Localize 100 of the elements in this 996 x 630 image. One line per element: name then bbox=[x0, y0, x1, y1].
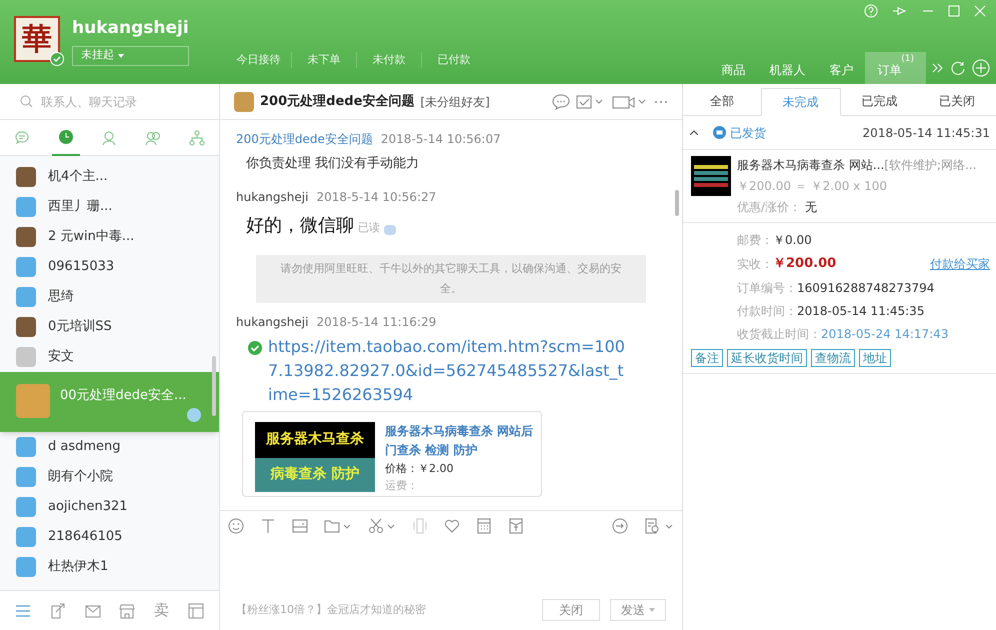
more-tabs-icon[interactable] bbox=[932, 62, 944, 74]
contact-avatar bbox=[16, 257, 36, 277]
contact-item[interactable]: 思绮 bbox=[0, 282, 219, 312]
order-tab[interactable]: 全部 bbox=[683, 87, 761, 115]
scrollbar[interactable] bbox=[675, 190, 679, 216]
search-icon bbox=[20, 95, 33, 108]
contact-item[interactable]: d asdmeng bbox=[0, 432, 219, 462]
help-icon[interactable] bbox=[864, 4, 878, 18]
contact-item[interactable]: 西里丿珊... bbox=[0, 192, 219, 222]
envelope-icon bbox=[713, 126, 726, 139]
order-status: 已发货 bbox=[730, 124, 766, 142]
field-label: 优惠/涨价： bbox=[737, 199, 802, 216]
search-box[interactable]: 联系人、聊天记录 bbox=[0, 84, 219, 120]
product-title[interactable]: 服务器木马病毒查杀 网站后门查杀 检测 防护 bbox=[385, 422, 541, 460]
close-button[interactable]: 关闭 bbox=[542, 599, 600, 621]
org-chart-icon bbox=[189, 130, 206, 146]
caret-icon bbox=[118, 54, 124, 58]
pin-icon[interactable] bbox=[892, 5, 908, 17]
status-dropdown[interactable]: 未挂起 bbox=[72, 46, 189, 66]
video-call-icon[interactable] bbox=[612, 94, 648, 110]
refresh-icon[interactable] bbox=[950, 60, 966, 76]
contact-item[interactable]: 09615033 bbox=[0, 252, 219, 282]
online-check-icon bbox=[50, 52, 64, 66]
order-action-button[interactable]: 备注 bbox=[691, 348, 723, 366]
header-tab[interactable]: 商品 bbox=[709, 52, 758, 84]
font-icon[interactable] bbox=[260, 518, 276, 534]
menu-icon[interactable] bbox=[15, 604, 32, 618]
username: hukangsheji bbox=[72, 17, 189, 40]
mail-icon[interactable] bbox=[84, 602, 101, 618]
heart-icon[interactable] bbox=[444, 518, 460, 534]
transfer-icon[interactable] bbox=[612, 518, 628, 534]
contact-name: 杜热伊木1 bbox=[48, 558, 108, 576]
chat-tab-icon bbox=[14, 130, 30, 146]
order-action-button[interactable]: 查物流 bbox=[811, 348, 855, 366]
contact-item[interactable]: 安文 bbox=[0, 342, 219, 372]
product-card[interactable]: 服务器木马查杀 病毒查杀 防护 服务器木马病毒查杀 网站后门查杀 检测 防护 价格：￥2.00 运费： bbox=[242, 410, 542, 496]
emoji-icon[interactable] bbox=[228, 518, 244, 534]
contact-item[interactable]: aojichen321 bbox=[0, 492, 219, 522]
maximize-icon[interactable] bbox=[948, 5, 960, 17]
stat-label[interactable]: 已付款 bbox=[438, 52, 470, 68]
field-value: 无 bbox=[805, 199, 818, 216]
promo-link[interactable]: 【粉丝涨10倍？】金冠店才知道的秘密 bbox=[236, 602, 426, 618]
add-icon[interactable] bbox=[972, 59, 990, 77]
image-caption: 病毒查杀 防护 bbox=[255, 458, 375, 492]
coupon-icon[interactable] bbox=[508, 518, 524, 534]
order-time: 2018-05-14 11:45:31 bbox=[862, 124, 990, 142]
contact-name: 0元培训SS bbox=[48, 318, 112, 336]
field-label: 订单编号： bbox=[737, 280, 797, 296]
contact-item[interactable]: 朗有个小院 bbox=[0, 462, 219, 492]
contact-item[interactable]: 218646105 bbox=[0, 522, 219, 552]
contact-avatar bbox=[16, 497, 36, 517]
send-button[interactable]: 发送 bbox=[610, 599, 666, 621]
sell-button[interactable]: 卖 bbox=[154, 599, 169, 622]
vibrate-icon[interactable] bbox=[412, 518, 428, 534]
contact-avatar bbox=[16, 317, 36, 337]
order-tab[interactable]: 已完成 bbox=[840, 87, 918, 115]
field-label: 实收： bbox=[737, 256, 773, 273]
search-field[interactable]: 联系人、聊天记录 bbox=[41, 92, 191, 110]
shop-icon[interactable] bbox=[119, 602, 136, 618]
contact-item[interactable]: 机4个主... bbox=[0, 162, 219, 192]
more-icon[interactable] bbox=[654, 100, 668, 104]
product-title[interactable]: 服务器木马病毒查杀 网站... bbox=[737, 156, 884, 174]
contact-avatar bbox=[16, 557, 36, 577]
header-tab[interactable]: 客户 bbox=[817, 52, 866, 84]
product-category: [软件维护;网络... bbox=[884, 157, 976, 174]
contact-item[interactable]: 杜热伊木1 bbox=[0, 552, 219, 582]
close-icon[interactable] bbox=[974, 5, 986, 17]
caret-icon bbox=[649, 608, 655, 612]
folder-dropdown-icon[interactable] bbox=[324, 518, 352, 534]
collapse-toggle-icon[interactable] bbox=[689, 130, 699, 135]
item-link[interactable]: https://item.taobao.com/item.htm?scm=1007.13982.82927.0&id=562745485527&last_time=1526263594 bbox=[268, 334, 628, 406]
pay-buyer-link[interactable]: 付款给买家 bbox=[930, 254, 990, 273]
stat-label[interactable]: 未付款 bbox=[372, 52, 406, 68]
header-tab[interactable]: 机器人 bbox=[757, 52, 818, 84]
chat-bubble-icon[interactable] bbox=[552, 94, 570, 110]
message-time: 2018-5-14 11:16:29 bbox=[316, 314, 436, 330]
order-tab[interactable]: 未完成 bbox=[760, 88, 840, 116]
contact-item[interactable]: 0元培训SS bbox=[0, 312, 219, 342]
sender-name: hukangsheji bbox=[236, 314, 308, 330]
order-tab[interactable]: 已关闭 bbox=[918, 87, 996, 115]
contact-name: 218646105 bbox=[48, 528, 122, 546]
order-action-button[interactable]: 地址 bbox=[859, 348, 891, 366]
layout-icon[interactable] bbox=[188, 602, 204, 618]
contact-item[interactable]: 2 元win中毒... bbox=[0, 222, 219, 252]
field-value: 2018-05-14 11:45:35 bbox=[797, 302, 924, 320]
stat-label[interactable]: 今日接待 bbox=[236, 52, 280, 68]
user-avatar[interactable]: 華 bbox=[14, 16, 60, 62]
product-price: 价格：￥2.00 bbox=[385, 460, 454, 476]
image-icon[interactable] bbox=[292, 518, 308, 534]
scrollbar[interactable] bbox=[212, 356, 216, 416]
history-dropdown-icon[interactable] bbox=[644, 518, 674, 534]
sender-name: hukangsheji bbox=[236, 188, 308, 206]
order-action-button[interactable]: 延长收货时间 bbox=[727, 348, 807, 366]
export-icon[interactable] bbox=[50, 602, 66, 618]
contact-name: d asdmeng bbox=[48, 438, 121, 456]
calculator-icon[interactable] bbox=[476, 518, 492, 534]
contact-name: 思绮 bbox=[48, 288, 74, 306]
scissors-dropdown-icon[interactable] bbox=[368, 518, 396, 534]
stat-label[interactable]: 未下单 bbox=[308, 52, 340, 68]
contact-item[interactable]: 00元处理dede安全... bbox=[0, 372, 219, 432]
